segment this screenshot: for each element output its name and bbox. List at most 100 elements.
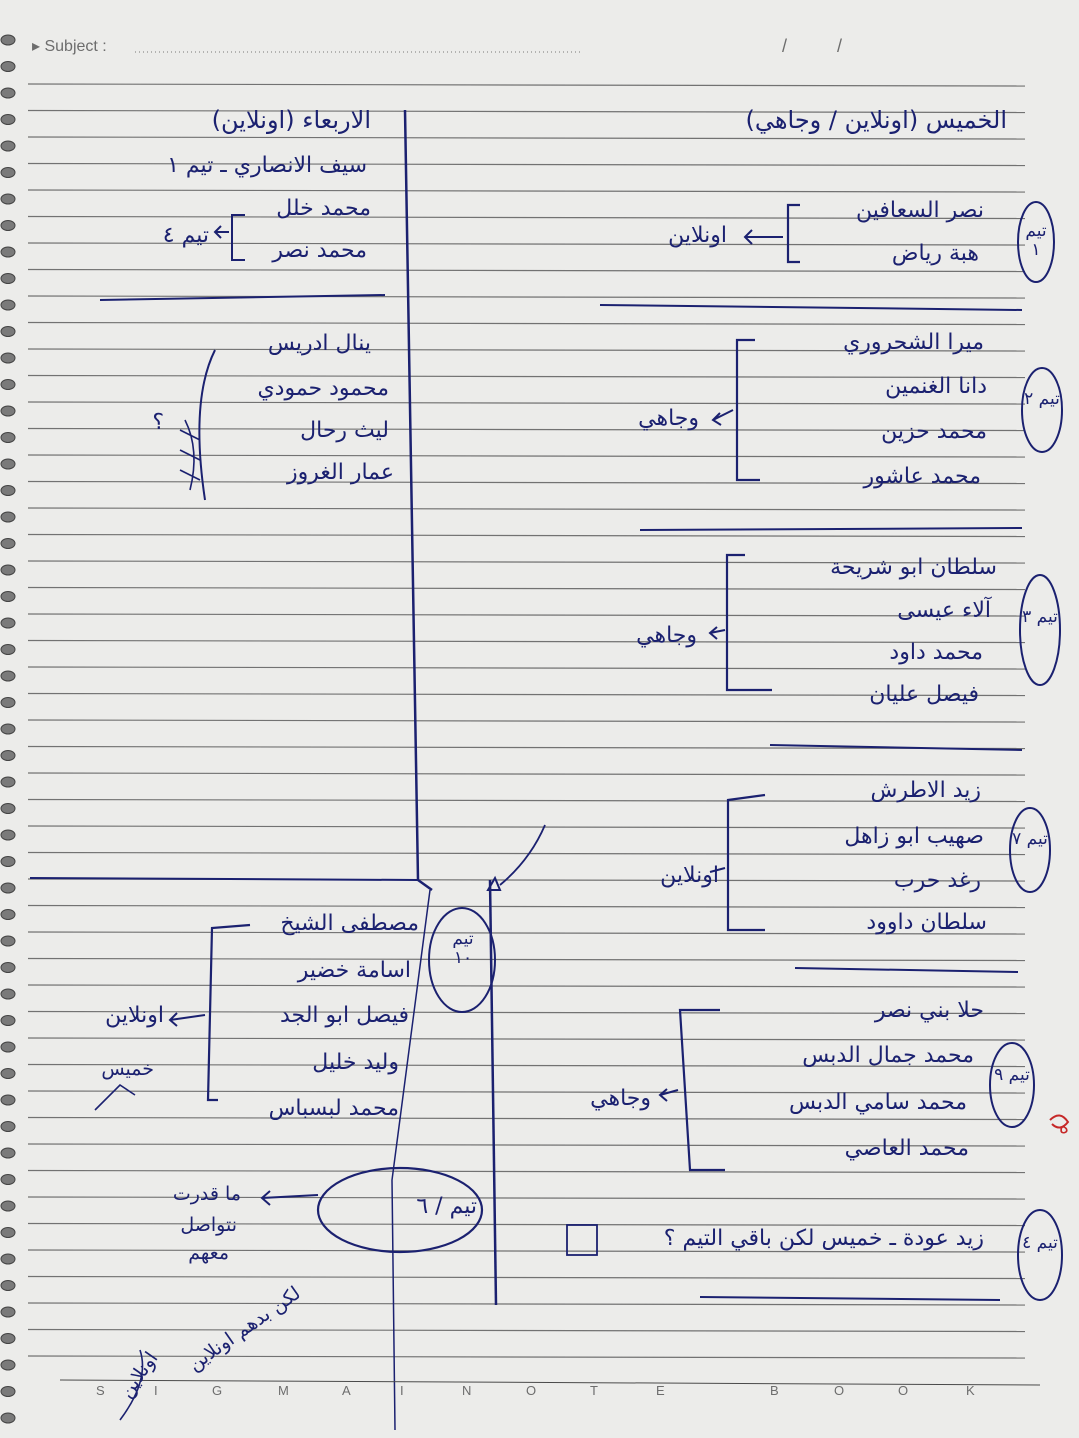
spiral-hole xyxy=(0,405,16,417)
spiral-hole xyxy=(0,379,16,390)
team7-member: سلطان داوود xyxy=(866,910,987,935)
wednesday-group-mark: ؟ xyxy=(152,410,164,435)
spiral-hole xyxy=(0,273,16,284)
team4-note: زيد عودة ـ خميس لكن باقي التيم ؟ xyxy=(663,1226,984,1251)
spiral-hole xyxy=(0,538,16,549)
spiral-hole xyxy=(0,856,16,867)
spiral-hole xyxy=(0,803,16,814)
footer-letter: B xyxy=(770,1383,779,1398)
spiral-hole xyxy=(0,1174,16,1185)
team1-badge: تيم ١ xyxy=(1025,221,1047,260)
team4-member-left: محمد خلل xyxy=(276,196,371,221)
date-field: / / xyxy=(782,36,843,56)
team6-note-line: ما قدرت xyxy=(172,1183,241,1205)
team10-member: مصطفى الشيخ xyxy=(280,911,419,936)
spiral-hole xyxy=(0,564,16,576)
team3-mode: وجاهي xyxy=(636,623,697,648)
spiral-hole xyxy=(0,326,16,337)
spiral-hole xyxy=(0,458,16,470)
spiral-hole xyxy=(0,909,16,920)
spiral-hole xyxy=(0,87,16,99)
spiral-hole xyxy=(0,432,16,443)
wednesday-group-member: ليث رحال xyxy=(300,418,389,443)
footer-letter: E xyxy=(656,1383,665,1398)
spiral-hole xyxy=(0,670,16,682)
footer-letter: O xyxy=(526,1383,537,1398)
spiral-hole xyxy=(0,882,16,894)
spiral-hole xyxy=(0,1280,16,1291)
wednesday-group-member: عمار الغروز xyxy=(287,460,394,485)
team7-member: رغد حرب xyxy=(893,868,981,893)
spiral-hole xyxy=(0,1147,16,1159)
spiral-hole xyxy=(0,750,16,761)
spiral-hole xyxy=(0,1227,16,1238)
team4-member-left: محمد نصر xyxy=(272,238,367,263)
spiral-hole xyxy=(0,1041,16,1053)
spiral-hole xyxy=(0,1253,16,1265)
spiral-hole xyxy=(0,140,16,152)
team9-member: حلا بني نصر xyxy=(874,998,984,1023)
team3-member: محمد داود xyxy=(889,640,983,665)
footer-letter: I xyxy=(400,1383,404,1398)
team1-member: هبة رياض xyxy=(891,241,979,266)
spiral-hole xyxy=(0,935,16,947)
thursday-header: الخميس (اونلاين / وجاهي) xyxy=(745,106,1008,134)
spiral-hole xyxy=(0,697,16,708)
team2-mode: وجاهي xyxy=(638,406,699,431)
footer-letter: A xyxy=(342,1383,351,1398)
spiral-hole xyxy=(0,246,16,258)
footer-letter: O xyxy=(834,1383,845,1398)
spiral-hole xyxy=(0,988,16,1000)
wednesday-line-1: سيف الانصاري ـ تيم ١ xyxy=(167,153,367,178)
team10-member: فيصل ابو الجد xyxy=(279,1003,409,1028)
team3-badge: تيم ٣ xyxy=(1022,607,1058,627)
spiral-hole xyxy=(0,299,16,311)
team10-member: محمد لبسباس xyxy=(268,1096,399,1121)
footer-letter: K xyxy=(966,1383,975,1398)
team10-badge: تيم ١٠ xyxy=(452,929,474,968)
footer-letter: M xyxy=(278,1383,289,1398)
footer-letter: I xyxy=(154,1383,158,1398)
team3-member: آلاء عيسى xyxy=(897,598,991,623)
team10-mode: اونلاين xyxy=(105,1003,164,1028)
team9-member: محمد سامي الدبس xyxy=(788,1090,967,1115)
spiral-hole xyxy=(0,485,16,496)
spiral-hole xyxy=(0,1068,16,1079)
team6-badge: تيم / ٦ xyxy=(416,1194,477,1219)
team9-member: محمد جمال الدبس xyxy=(802,1043,974,1068)
team7-member: زيد الاطرش xyxy=(870,778,981,803)
spiral-hole xyxy=(0,829,16,841)
margin-mark: ه xyxy=(1059,1116,1069,1138)
footer-letter: G xyxy=(212,1383,223,1398)
team2-member: محمد عاشور xyxy=(863,464,982,489)
footer-letter: T xyxy=(590,1383,598,1398)
footer-letter: O xyxy=(898,1383,909,1398)
team9-member: محمد العاصي xyxy=(844,1136,969,1161)
spiral-hole xyxy=(0,193,16,205)
spiral-hole xyxy=(0,511,16,523)
team6-note-line: نتواصل xyxy=(180,1214,237,1236)
spiral-hole xyxy=(0,352,16,364)
team4-label-left: تيم ٤ xyxy=(162,223,209,248)
team2-member: محمد حزين xyxy=(881,419,987,444)
spiral-hole xyxy=(0,61,16,72)
spiral-hole xyxy=(0,1094,16,1106)
team2-member: ميرا الشحروري xyxy=(843,330,984,355)
spiral-hole xyxy=(0,776,16,788)
team4-badge: تيم ٤ xyxy=(1022,1233,1058,1253)
footer-letter: S xyxy=(96,1383,105,1398)
spiral-hole xyxy=(0,644,16,655)
team10-member: وليد خليل xyxy=(312,1050,399,1075)
spiral-hole xyxy=(0,1412,16,1424)
spiral-hole xyxy=(0,167,16,178)
spiral-hole xyxy=(0,114,16,125)
spiral-hole xyxy=(0,617,16,629)
team1-member: نصر السعافين xyxy=(856,198,984,223)
team7-badge: تيم ٧ xyxy=(1012,829,1048,849)
spiral-hole xyxy=(0,220,16,231)
team7-member: صهيب ابو زاهل xyxy=(844,824,984,849)
team2-badge: تيم ٢ xyxy=(1024,389,1060,409)
subject-label: ▸ Subject : xyxy=(32,38,107,55)
team7-mode: اونلاين xyxy=(660,863,719,888)
wednesday-group-member: ينال ادريس xyxy=(267,331,371,356)
